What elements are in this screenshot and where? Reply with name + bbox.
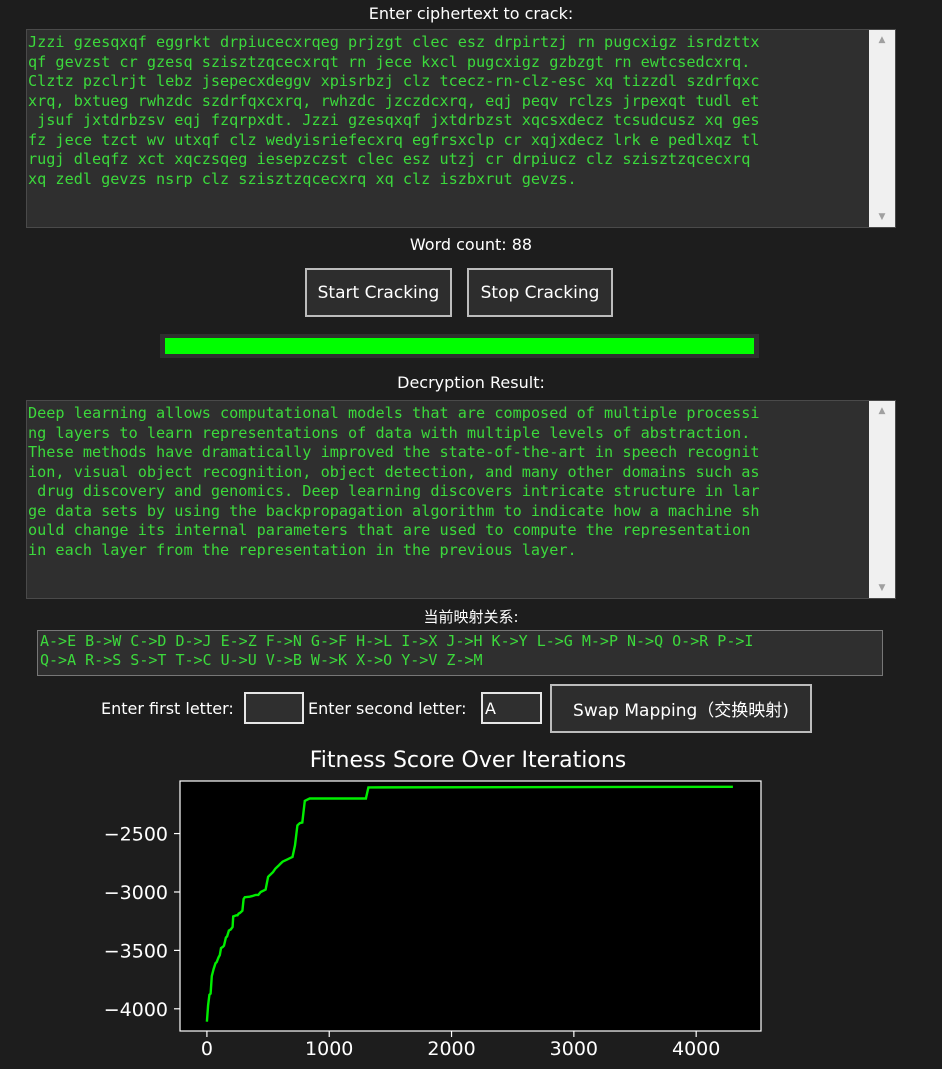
cipher-label: Enter ciphertext to crack: — [368, 4, 574, 23]
second-letter-label: Enter second letter: — [308, 699, 467, 718]
scroll-up-arrow-icon[interactable]: ▲ — [869, 30, 895, 50]
x-tick-label: 1000 — [305, 1038, 353, 1060]
y-tick-label: −3500 — [104, 940, 168, 962]
progress-bar — [160, 334, 759, 358]
cipher-line: Jzzi gzesqxqf eggrkt drpiucecxrqeg prjzg… — [28, 33, 760, 51]
y-tick-label: −3000 — [104, 882, 168, 904]
result-line: drug discovery and genomics. Deep learni… — [28, 482, 760, 500]
result-line: These methods have dramatically improved… — [28, 443, 760, 461]
y-tick-label: −4000 — [104, 999, 168, 1021]
scroll-down-arrow-icon[interactable]: ▼ — [869, 578, 895, 598]
swap-mapping-button[interactable]: Swap Mapping（交换映射) — [550, 684, 812, 733]
second-letter-input[interactable] — [481, 692, 542, 724]
x-tick-label: 2000 — [427, 1038, 475, 1060]
mapping-line: A->E B->W C->D D->J E->Z F->N G->F H->L … — [40, 632, 754, 650]
decryption-result-output[interactable]: Deep learning allows computational model… — [26, 400, 896, 599]
ciphertext-content[interactable]: Jzzi gzesqxqf eggrkt drpiucecxrqeg prjzg… — [28, 33, 870, 189]
start-cracking-button[interactable]: Start Cracking — [305, 268, 452, 317]
result-line: ge data sets by using the backpropagatio… — [28, 501, 760, 520]
progress-bar-fill — [165, 338, 754, 354]
mapping-display: A->E B->W C->D D->J E->Z F->N G->F H->L … — [37, 630, 883, 676]
decryption-result-content[interactable]: Deep learning allows computational model… — [28, 404, 870, 560]
ciphertext-scrollbar[interactable]: ▲ ▼ — [869, 30, 895, 227]
result-label: Decryption Result: — [397, 373, 545, 392]
ciphertext-input[interactable]: Jzzi gzesqxqf eggrkt drpiucecxrqeg prjzg… — [26, 29, 896, 228]
cipher-line: jsuf jxtdrbzsv eqj fzqrpxdt. Jzzi gzesqx… — [28, 111, 760, 129]
result-scrollbar[interactable]: ▲ ▼ — [869, 401, 895, 598]
cipher-line: rugj dleqfz xct xqczsqeg iesepzczst clec… — [28, 150, 751, 168]
chart-title: Fitness Score Over Iterations — [310, 748, 627, 773]
result-line: ion, visual object recognition, object d… — [28, 462, 760, 481]
mapping-line: Q->A R->S S->T T->C U->U V->B W->K X->O … — [40, 651, 483, 669]
cipher-line: xq zedl gevzs nsrp clz szisztzqcecxrq xq… — [28, 169, 577, 188]
plot-area — [179, 780, 762, 1032]
result-line: in each layer from the representation in… — [28, 540, 577, 559]
x-tick-label: 3000 — [550, 1038, 598, 1060]
cipher-line: xrq, bxtueg rwhzdc szdrfqxcxrq, rwhzdc j… — [28, 91, 760, 110]
result-line: ould change its internal parameters that… — [28, 521, 751, 539]
stop-cracking-button[interactable]: Stop Cracking — [467, 268, 613, 317]
result-line: Deep learning allows computational model… — [28, 404, 760, 422]
x-tick-label: 0 — [201, 1038, 213, 1060]
first-letter-label: Enter first letter: — [101, 699, 234, 718]
first-letter-input[interactable] — [244, 692, 304, 724]
word-count: Word count: 88 — [409, 235, 533, 254]
fitness-chart: Fitness Score Over Iterations 0 1000 2000 3… — [104, 748, 762, 1060]
result-line: ng layers to learn representations of da… — [28, 423, 751, 442]
scroll-up-arrow-icon[interactable]: ▲ — [869, 401, 895, 421]
scroll-down-arrow-icon[interactable]: ▼ — [869, 207, 895, 227]
x-tick-label: 4000 — [672, 1038, 720, 1060]
cipher-line: qf gevzst cr gzesq szisztzqcecxrqt rn je… — [28, 52, 751, 71]
cipher-line: fz jece tzct wv utxqf clz wedyisriefecxr… — [28, 130, 760, 149]
mapping-label: 当前映射关系: — [423, 608, 519, 626]
cipher-line: Clztz pzclrjt lebz jsepecxdeggv xpisrbzj… — [28, 72, 760, 90]
y-tick-label: −2500 — [104, 824, 168, 846]
